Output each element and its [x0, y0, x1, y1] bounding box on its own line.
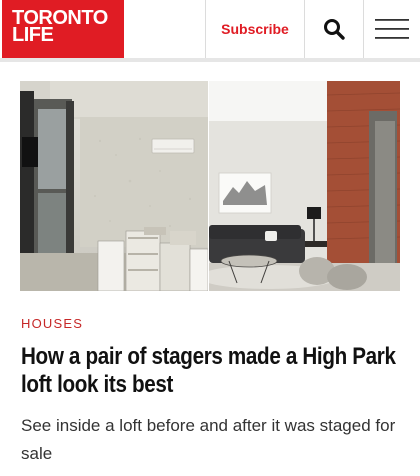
search-icon	[324, 19, 345, 40]
after-photo	[209, 81, 400, 291]
search-button[interactable]	[305, 0, 363, 58]
logo-line-2: LIFE	[12, 24, 54, 46]
hero-image[interactable]	[20, 81, 400, 291]
article-headline[interactable]: How a pair of stagers made a High Park l…	[21, 343, 399, 399]
hamburger-menu-icon	[375, 19, 409, 39]
before-photo	[20, 81, 208, 291]
article-category[interactable]: HOUSES	[21, 316, 83, 331]
toronto-life-logo[interactable]: TORONTO LIFE	[2, 0, 124, 58]
site-header: TORONTO LIFE Subscribe	[0, 0, 420, 58]
menu-button[interactable]	[364, 0, 420, 58]
subscribe-button[interactable]: Subscribe	[206, 0, 304, 58]
article-dek: See inside a loft before and after it wa…	[21, 416, 396, 463]
header-shadow-rule	[0, 58, 420, 62]
